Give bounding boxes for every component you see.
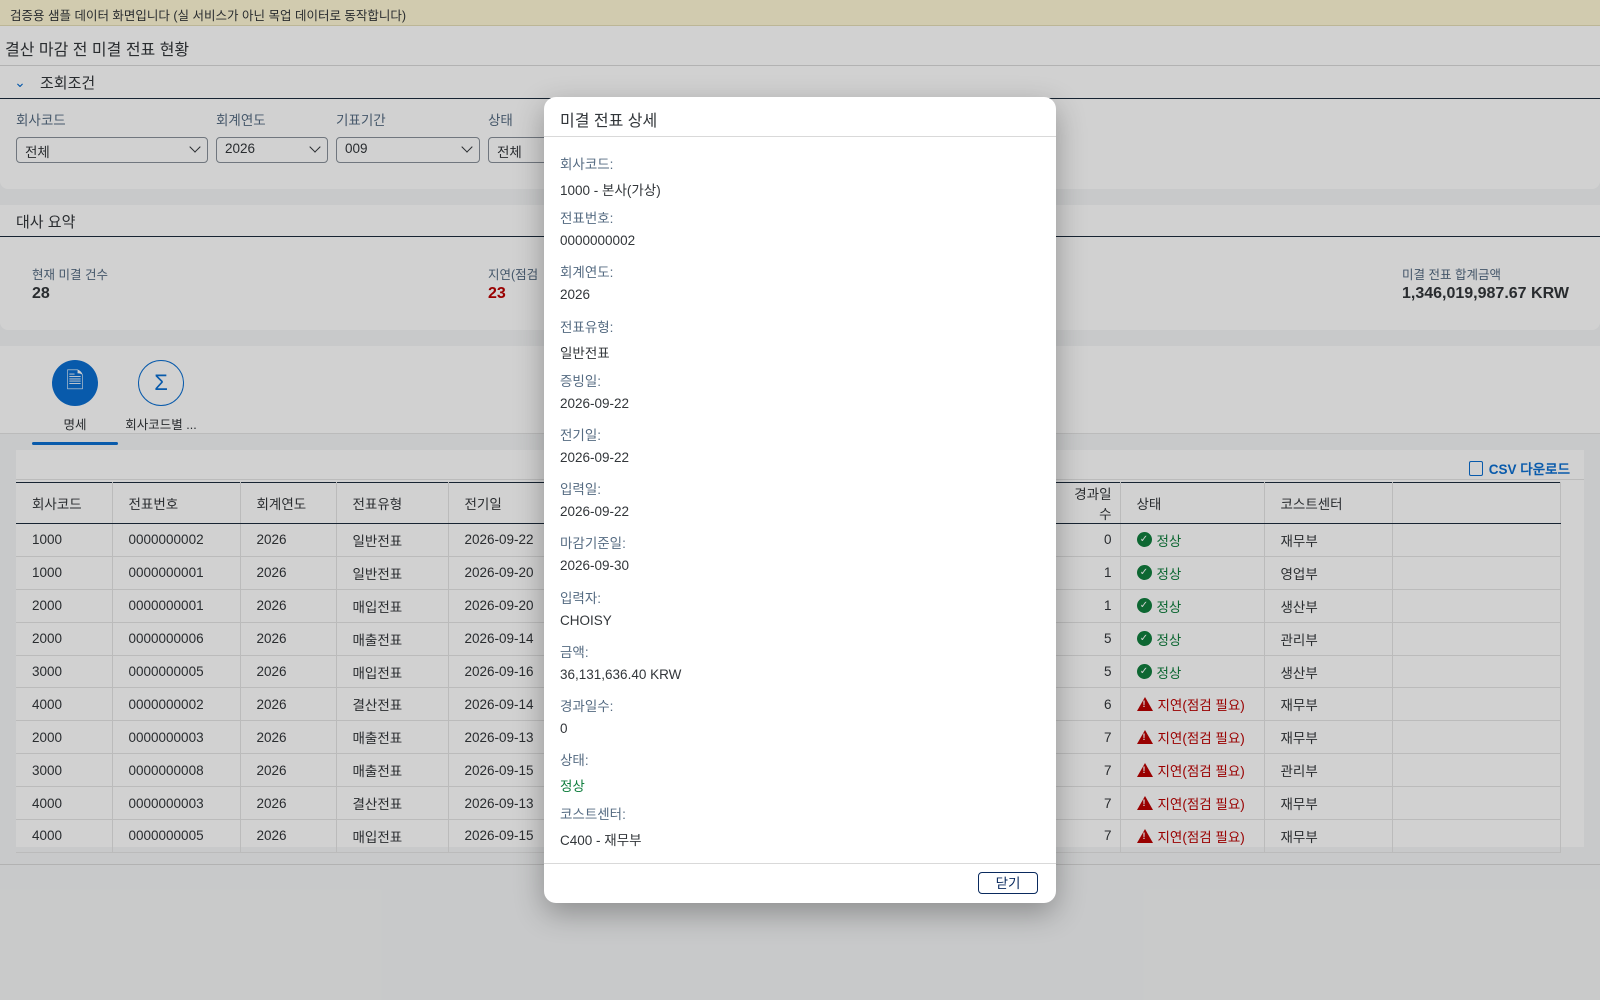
detail-label: 금액:	[560, 644, 589, 660]
detail-label: 마감기준일:	[560, 536, 626, 552]
detail-field: 상태: 정상	[560, 749, 1040, 803]
detail-value: 2026	[560, 287, 591, 303]
close-button[interactable]: 닫기	[978, 872, 1038, 894]
detail-label: 증빙일:	[560, 373, 602, 389]
detail-label: 입력일:	[560, 482, 602, 498]
detail-label: 전표번호:	[560, 211, 614, 227]
detail-value: 0000000002	[560, 233, 636, 249]
detail-label: 회계연도:	[560, 265, 614, 281]
detail-value: 36,131,636.40 KRW	[560, 666, 682, 682]
detail-value: 2026-09-22	[560, 504, 630, 520]
detail-value: 2026-09-22	[560, 395, 630, 411]
detail-label: 전기일:	[560, 427, 602, 443]
detail-field: 전표유형: 일반전표	[560, 316, 1040, 370]
detail-label: 전표유형:	[560, 319, 614, 335]
detail-field: 경과일수: 0	[560, 695, 1040, 749]
detail-label: 경과일수:	[560, 698, 614, 714]
detail-label: 코스트센터:	[560, 807, 626, 823]
detail-value: 0	[560, 720, 568, 736]
detail-value: CHOISY	[560, 612, 612, 628]
detail-field: 증빙일: 2026-09-22	[560, 370, 1040, 424]
detail-value: 일반전표	[560, 345, 610, 361]
detail-field: 전기일: 2026-09-22	[560, 424, 1040, 478]
dialog-title: 미결 전표 상세	[544, 97, 1056, 137]
detail-field: 회사코드: 1000 - 본사(가상)	[560, 153, 1040, 207]
detail-field: 코스트센터: C400 - 재무부	[560, 803, 1040, 857]
document-detail-dialog: 미결 전표 상세 회사코드: 1000 - 본사(가상) 전표번호: 00000000…	[544, 97, 1056, 903]
detail-value: 정상	[560, 779, 585, 795]
detail-field: 전표번호: 0000000002	[560, 207, 1040, 261]
detail-field: 회계연도: 2026	[560, 261, 1040, 315]
detail-value: 2026-09-22	[560, 449, 630, 465]
detail-value: 2026-09-30	[560, 558, 630, 574]
detail-field: 금액: 36,131,636.40 KRW	[560, 641, 1040, 695]
detail-label: 상태:	[560, 753, 589, 769]
dialog-footer: 닫기	[544, 863, 1056, 903]
dialog-body: 회사코드: 1000 - 본사(가상) 전표번호: 0000000002 회계연도: 20…	[544, 137, 1056, 857]
detail-value: 1000 - 본사(가상)	[560, 183, 661, 198]
detail-field: 마감기준일: 2026-09-30	[560, 532, 1040, 586]
detail-value: C400 - 재무부	[560, 833, 642, 849]
detail-field: 입력자: CHOISY	[560, 587, 1040, 641]
detail-label: 회사코드:	[560, 157, 614, 172]
detail-field: 입력일: 2026-09-22	[560, 478, 1040, 532]
detail-label: 입력자:	[560, 590, 602, 606]
